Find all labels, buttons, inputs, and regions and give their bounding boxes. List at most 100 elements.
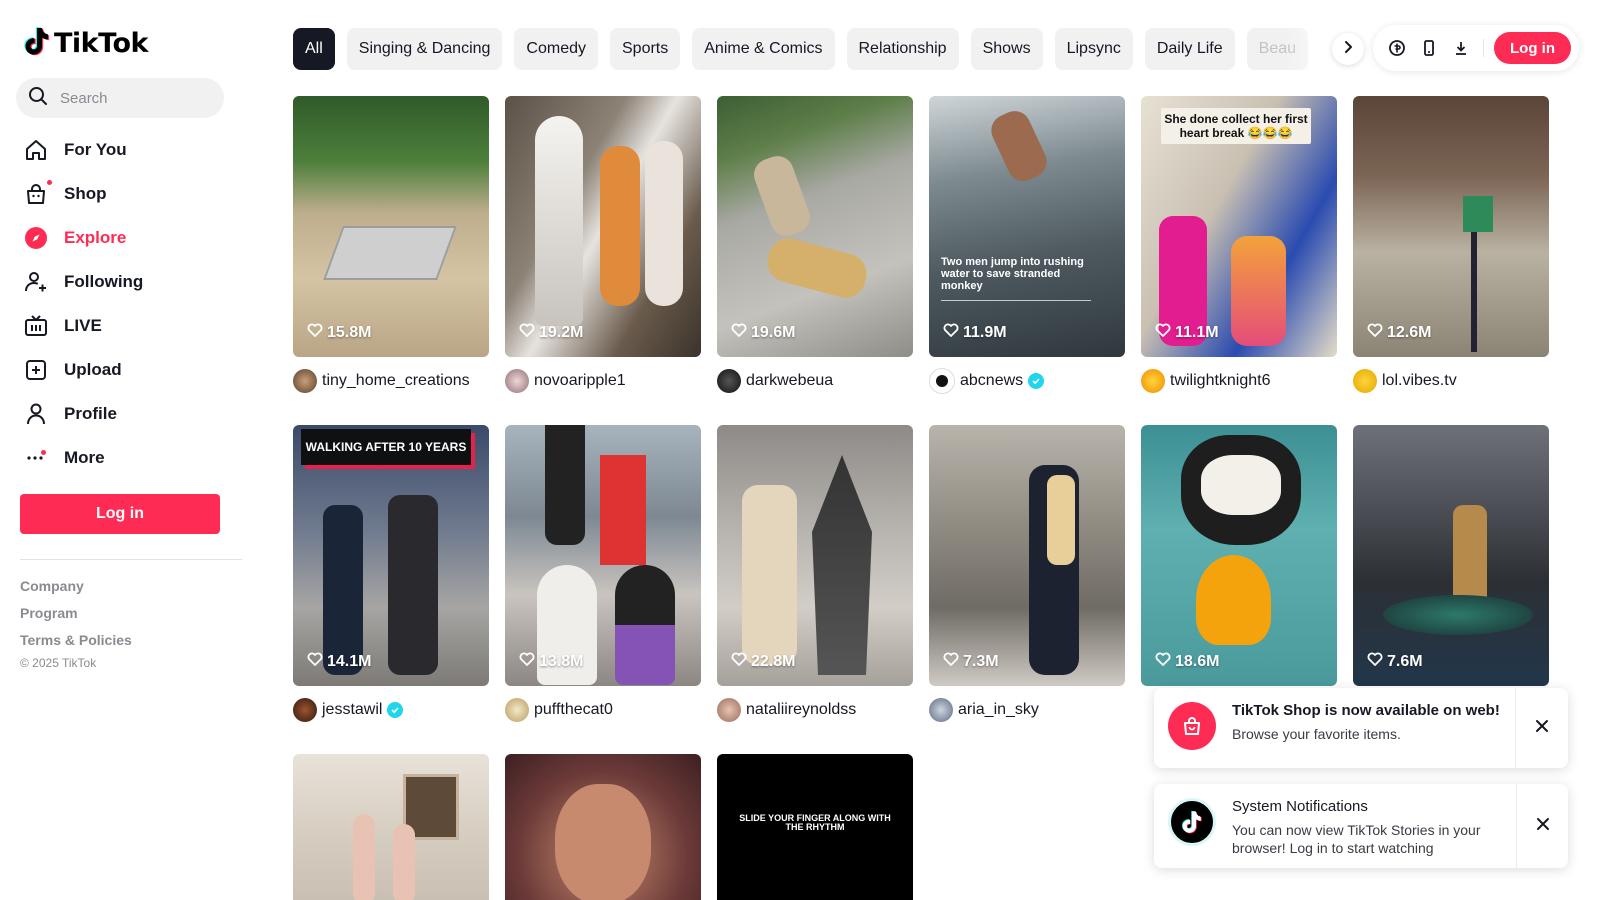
- video-author[interactable]: novoaripple1: [505, 369, 701, 393]
- shop-toast: TikTok Shop is now available on web! Bro…: [1154, 688, 1568, 768]
- tabs-next-button[interactable]: [1332, 33, 1364, 65]
- video-card[interactable]: She done collect her first heart break 😂…: [1141, 96, 1337, 393]
- author-username: lol.vibes.tv: [1382, 372, 1457, 389]
- video-card[interactable]: 19.6M darkwebeua: [717, 96, 913, 393]
- thumbnail-scene: [763, 233, 871, 303]
- video-card[interactable]: WALKING AFTER 10 YEARS 14.1M jesstawil: [293, 425, 489, 722]
- video-thumbnail[interactable]: [293, 754, 489, 900]
- like-count-value: 19.6M: [751, 323, 796, 341]
- thumbnail-scene: [742, 485, 797, 665]
- footer-link-terms[interactable]: Terms & Policies: [20, 630, 132, 657]
- video-thumbnail[interactable]: [505, 754, 701, 900]
- toast-text: System Notifications You can now view Ti…: [1232, 798, 1502, 857]
- video-author[interactable]: nataliireynoldss: [717, 698, 913, 722]
- nav-label: Upload: [64, 360, 122, 379]
- tab-shows[interactable]: Shows: [970, 28, 1043, 70]
- video-card[interactable]: 19.2M novoaripple1: [505, 96, 701, 393]
- video-card[interactable]: 7.3M aria_in_sky: [929, 425, 1125, 722]
- heart-outline-icon: [307, 651, 323, 672]
- like-count: 18.6M: [1155, 651, 1219, 672]
- nav-item-upload[interactable]: Upload: [16, 348, 240, 392]
- tab-all[interactable]: All: [293, 28, 335, 70]
- tab-lipsync[interactable]: Lipsync: [1054, 28, 1133, 70]
- thumbnail-scene: [535, 116, 583, 326]
- video-author[interactable]: twilightknight6: [1141, 369, 1337, 393]
- toast-body[interactable]: System Notifications You can now view Ti…: [1154, 784, 1516, 868]
- video-author[interactable]: aria_in_sky: [929, 698, 1125, 722]
- avatar: [1353, 369, 1377, 393]
- video-card[interactable]: 22.8M nataliireynoldss: [717, 425, 913, 722]
- sidebar-login-button[interactable]: Log in: [20, 494, 220, 534]
- video-thumbnail[interactable]: 22.8M: [717, 425, 913, 686]
- video-card[interactable]: 15.8M tiny_home_creations: [293, 96, 489, 393]
- video-author[interactable]: darkwebeua: [717, 369, 913, 393]
- nav-item-explore[interactable]: Explore: [16, 216, 240, 260]
- thumbnail-scene: [555, 784, 651, 900]
- video-thumbnail[interactable]: Two men jump into rushing water to save …: [929, 96, 1125, 357]
- video-author[interactable]: jesstawil: [293, 698, 489, 722]
- tab-comedy[interactable]: Comedy: [514, 28, 598, 70]
- video-thumbnail[interactable]: 15.8M: [293, 96, 489, 357]
- video-author[interactable]: lol.vibes.tv: [1353, 369, 1549, 393]
- nav-item-for-you[interactable]: For You: [16, 128, 240, 172]
- video-card[interactable]: 12.6M lol.vibes.tv: [1353, 96, 1549, 393]
- avatar: [293, 698, 317, 722]
- video-thumbnail[interactable]: WALKING AFTER 10 YEARS 14.1M: [293, 425, 489, 686]
- video-thumbnail[interactable]: 19.2M: [505, 96, 701, 357]
- video-thumbnail[interactable]: 18.6M: [1141, 425, 1337, 686]
- video-thumbnail[interactable]: 19.6M: [717, 96, 913, 357]
- video-thumbnail[interactable]: SLIDE YOUR FINGER ALONG WITH THE RHYTHM: [717, 754, 913, 900]
- video-card[interactable]: [293, 754, 489, 900]
- download-icon[interactable]: [1445, 32, 1477, 64]
- nav-item-shop[interactable]: Shop: [16, 172, 240, 216]
- toast-close-button[interactable]: [1516, 784, 1568, 868]
- like-count-value: 18.6M: [1175, 652, 1220, 670]
- video-card[interactable]: 7.6M: [1353, 425, 1549, 686]
- video-card[interactable]: 18.6M: [1141, 425, 1337, 686]
- like-count-value: 15.8M: [327, 323, 372, 341]
- tab-daily-life[interactable]: Daily Life: [1144, 28, 1235, 70]
- video-card[interactable]: 13.8M puffthecat0: [505, 425, 701, 722]
- video-card[interactable]: SLIDE YOUR FINGER ALONG WITH THE RHYTHM: [717, 754, 913, 900]
- like-count-value: 11.1M: [1175, 323, 1219, 341]
- nav-item-more[interactable]: More: [16, 436, 240, 480]
- thumbnail-scene: [986, 105, 1052, 187]
- tab-relationship[interactable]: Relationship: [846, 28, 959, 70]
- video-overlay-caption: Two men jump into rushing water to save …: [941, 256, 1091, 301]
- video-card[interactable]: [505, 754, 701, 900]
- phone-icon[interactable]: [1413, 32, 1445, 64]
- heart-outline-icon: [307, 322, 323, 343]
- tiktok-logo[interactable]: TikTok: [24, 26, 148, 61]
- video-author[interactable]: tiny_home_creations: [293, 369, 489, 393]
- nav-item-following[interactable]: Following: [16, 260, 240, 304]
- coin-icon[interactable]: [1381, 32, 1413, 64]
- heart-outline-icon: [731, 651, 747, 672]
- tab-sports[interactable]: Sports: [610, 28, 681, 70]
- header-login-button[interactable]: Log in: [1494, 32, 1571, 64]
- video-thumbnail[interactable]: 7.6M: [1353, 425, 1549, 686]
- search-box[interactable]: [16, 78, 224, 118]
- video-author[interactable]: abcnews: [929, 368, 1125, 394]
- nav-label: Explore: [64, 228, 127, 247]
- video-card[interactable]: Two men jump into rushing water to save …: [929, 96, 1125, 394]
- like-count-value: 11.9M: [963, 323, 1007, 341]
- footer-links: Company Program Terms & Policies: [20, 576, 132, 657]
- toast-body[interactable]: TikTok Shop is now available on web! Bro…: [1154, 688, 1515, 768]
- avatar: [929, 368, 955, 394]
- toast-close-button[interactable]: [1515, 688, 1568, 768]
- author-username: jesstawil: [322, 701, 383, 718]
- footer-link-company[interactable]: Company: [20, 576, 132, 603]
- video-thumbnail[interactable]: 12.6M: [1353, 96, 1549, 357]
- video-overlay-caption: WALKING AFTER 10 YEARS: [301, 429, 471, 465]
- video-thumbnail[interactable]: 13.8M: [505, 425, 701, 686]
- footer-link-program[interactable]: Program: [20, 603, 132, 630]
- video-thumbnail[interactable]: She done collect her first heart break 😂…: [1141, 96, 1337, 357]
- tab-singing-dancing[interactable]: Singing & Dancing: [346, 28, 503, 70]
- nav-item-live[interactable]: LIVE: [16, 304, 240, 348]
- tab-anime-comics[interactable]: Anime & Comics: [692, 28, 835, 70]
- video-thumbnail[interactable]: 7.3M: [929, 425, 1125, 686]
- avatar: [929, 698, 953, 722]
- nav-item-profile[interactable]: Profile: [16, 392, 240, 436]
- video-author[interactable]: puffthecat0: [505, 698, 701, 722]
- search-input[interactable]: [58, 88, 212, 108]
